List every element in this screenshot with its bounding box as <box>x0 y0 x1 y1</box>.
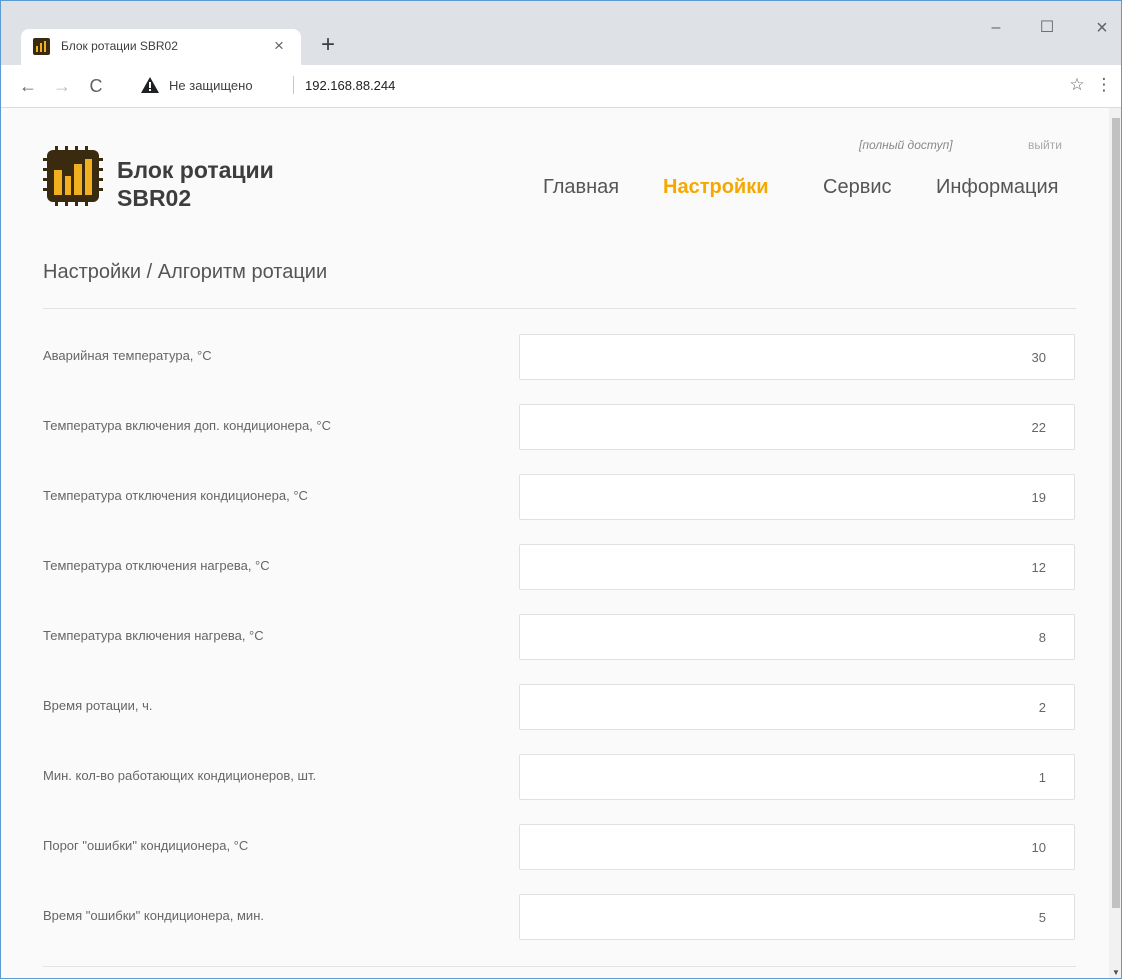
heat-off-temp-input[interactable] <box>519 544 1075 590</box>
emergency-temp-input[interactable] <box>519 334 1075 380</box>
rotation-time-input[interactable] <box>519 684 1075 730</box>
site-favicon-icon <box>33 38 50 55</box>
scroll-down-arrow-icon[interactable]: ▼ <box>1112 968 1120 978</box>
nav-home[interactable]: Главная <box>543 176 619 199</box>
field-label: Порог "ошибки" кондиционера, °C <box>43 838 249 853</box>
tab-close-icon[interactable]: × <box>269 36 289 56</box>
tab-strip: Блок ротации SBR02 × + – ☐ × <box>1 1 1121 65</box>
maximize-icon[interactable]: ☐ <box>1032 15 1062 41</box>
browser-menu-icon[interactable]: ⋮ <box>1095 73 1113 97</box>
field-row-ac-error-time: Время "ошибки" кондиционера, мин. <box>43 894 1076 940</box>
reload-icon[interactable]: C <box>83 73 109 99</box>
field-row-heat-off-temp: Температура отключения нагрева, °C <box>43 544 1076 590</box>
ac-error-threshold-input[interactable] <box>519 824 1075 870</box>
browser-tab[interactable]: Блок ротации SBR02 × <box>21 29 301 65</box>
page-scrollbar[interactable]: ▼ <box>1109 108 1121 978</box>
url-separator <box>293 76 294 94</box>
field-row-heat-on-temp: Температура включения нагрева, °C <box>43 614 1076 660</box>
scrollbar-thumb[interactable] <box>1112 118 1120 908</box>
heat-on-temp-input[interactable] <box>519 614 1075 660</box>
field-row-ac-off-temp: Температура отключения кондиционера, °C <box>43 474 1076 520</box>
min-ac-count-input[interactable] <box>519 754 1075 800</box>
minimize-icon[interactable]: – <box>981 15 1011 41</box>
extra-ac-on-temp-input[interactable] <box>519 404 1075 450</box>
page-viewport: [полный доступ] выйти Блок ротации SBR02… <box>1 108 1109 978</box>
url-text[interactable]: 192.168.88.244 <box>305 78 395 93</box>
field-row-emergency-temp: Аварийная температура, °C <box>43 334 1076 380</box>
nav-service[interactable]: Сервис <box>823 176 892 199</box>
nav-info[interactable]: Информация <box>936 176 1058 199</box>
field-row-ac-error-threshold: Порог "ошибки" кондиционера, °C <box>43 824 1076 870</box>
ac-error-time-input[interactable] <box>519 894 1075 940</box>
field-label: Мин. кол-во работающих кондиционеров, шт… <box>43 768 317 783</box>
tab-title: Блок ротации SBR02 <box>61 39 178 53</box>
logo-line1: Блок ротации <box>117 157 274 183</box>
forward-arrow-icon[interactable]: → <box>49 73 75 99</box>
browser-window: Блок ротации SBR02 × + – ☐ × ← → C Не за… <box>0 0 1122 979</box>
page-title: Настройки / Алгоритм ротации <box>43 261 328 283</box>
new-tab-icon[interactable]: + <box>314 31 342 59</box>
logout-link[interactable]: выйти <box>1028 138 1062 152</box>
field-label: Температура отключения кондиционера, °C <box>43 488 308 503</box>
bookmark-star-icon[interactable]: ☆ <box>1065 73 1089 97</box>
logo-chip-icon <box>43 146 103 206</box>
field-label: Температура включения нагрева, °C <box>43 628 264 643</box>
bottom-divider <box>43 966 1076 967</box>
address-bar[interactable]: Не защищено 192.168.88.244 <box>141 74 1041 98</box>
field-label: Температура отключения нагрева, °C <box>43 558 270 573</box>
window-close-icon[interactable]: × <box>1087 15 1117 41</box>
logo-line2: SBR02 <box>117 185 192 211</box>
browser-toolbar: ← → C Не защищено 192.168.88.244 ☆ ⋮ <box>1 65 1121 108</box>
access-level-link[interactable]: [полный доступ] <box>859 138 953 152</box>
field-row-min-ac-count: Мин. кол-во работающих кондиционеров, шт… <box>43 754 1076 800</box>
field-label: Время ротации, ч. <box>43 698 153 713</box>
field-label: Время "ошибки" кондиционера, мин. <box>43 908 264 923</box>
field-row-rotation-time: Время ротации, ч. <box>43 684 1076 730</box>
field-label: Температура включения доп. кондиционера,… <box>43 418 332 433</box>
logo-text: Блок ротации SBR02 <box>117 156 274 212</box>
security-status[interactable]: Не защищено <box>169 78 253 93</box>
nav-settings[interactable]: Настройки <box>663 176 769 199</box>
field-row-extra-ac-on-temp: Температура включения доп. кондиционера,… <box>43 404 1076 450</box>
title-divider <box>43 308 1076 309</box>
warning-triangle-icon[interactable] <box>141 77 159 93</box>
back-arrow-icon[interactable]: ← <box>15 73 41 99</box>
ac-off-temp-input[interactable] <box>519 474 1075 520</box>
field-label: Аварийная температура, °C <box>43 348 212 363</box>
